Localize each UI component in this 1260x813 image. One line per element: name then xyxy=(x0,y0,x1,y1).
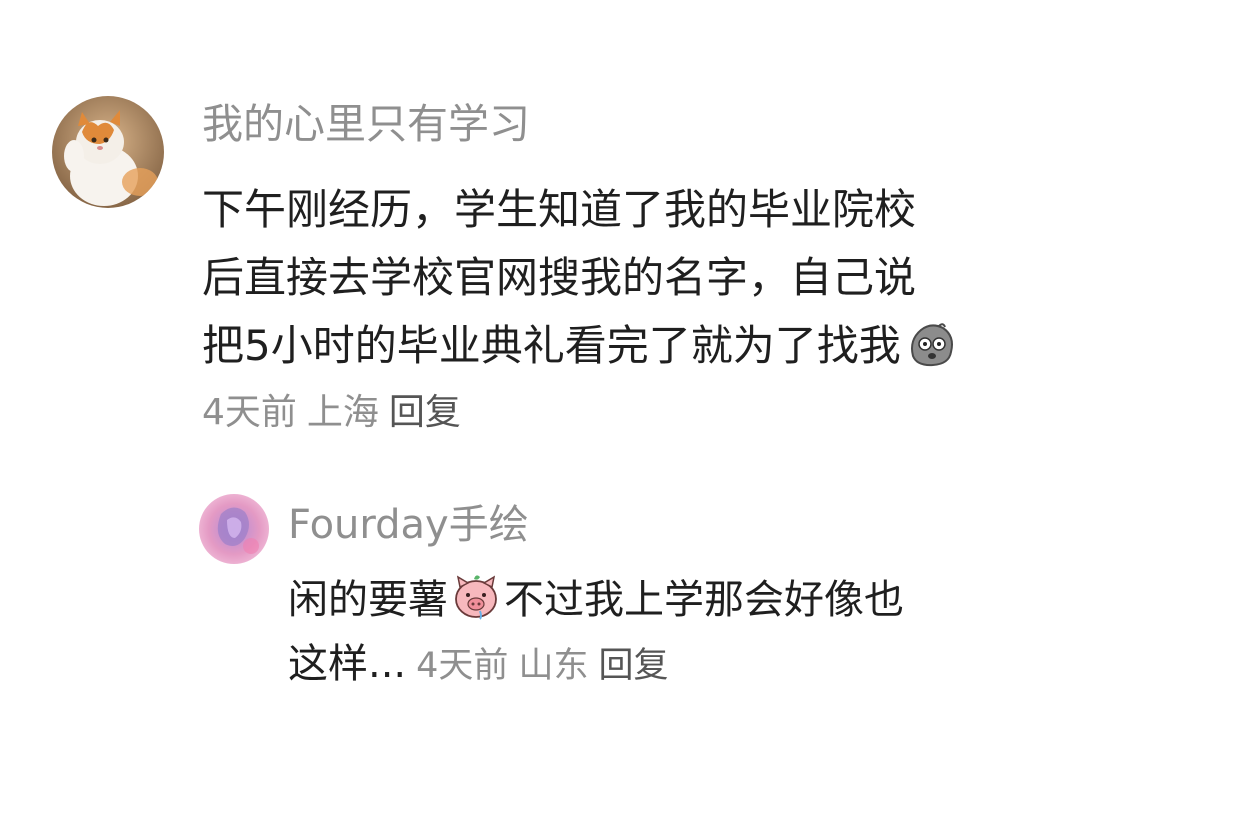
reply-line: 闲的要薯 不过我上学那会好像也 xyxy=(288,568,1188,632)
reply-username[interactable]: Fourday手绘 xyxy=(288,498,529,552)
comment-line: 后直接去学校官网搜我的名字，自己说 xyxy=(202,253,917,302)
reply-text-line2: 这样... xyxy=(288,641,407,687)
reply-location: 山东 xyxy=(518,646,589,686)
comment-location: 上海 xyxy=(306,392,379,433)
comment-meta: 4天前 上海 回复 xyxy=(202,388,471,438)
shocked-stone-emoji-icon xyxy=(905,318,957,370)
comment-line-last: 把5小时的毕业典礼看完了就为了找我 xyxy=(202,312,1102,380)
comment-time: 4天前 xyxy=(202,392,297,433)
reply-text-part2: 不过我上学那会好像也 xyxy=(504,577,904,623)
pig-emoji-icon xyxy=(450,571,502,623)
reply-body: 闲的要薯 不过我上学那会好像也 这样... 4天前 山东 回复 xyxy=(288,568,1188,698)
reply-line-last: 这样... 4天前 山东 回复 xyxy=(288,632,1188,698)
comment-line: 下午刚经历，学生知道了我的毕业院校 xyxy=(202,185,917,234)
pink-art-avatar-icon xyxy=(199,494,269,564)
user-avatar[interactable] xyxy=(52,96,164,208)
comment-line-text: 把5小时的毕业典礼看完了就为了找我 xyxy=(202,321,901,370)
cat-avatar-icon xyxy=(52,96,164,208)
reply-user-avatar[interactable] xyxy=(199,494,269,564)
reply-meta: 4天前 山东 回复 xyxy=(416,646,678,686)
comment-reply-button[interactable]: 回复 xyxy=(389,392,461,433)
reply-time: 4天前 xyxy=(416,646,509,686)
comment-body: 下午刚经历，学生知道了我的毕业院校 后直接去学校官网搜我的名字，自己说 把5小时… xyxy=(202,176,1102,380)
reply-text-part1: 闲的要薯 xyxy=(288,577,448,623)
comment-username[interactable]: 我的心里只有学习 xyxy=(202,96,530,152)
reply-reply-button[interactable]: 回复 xyxy=(598,646,668,686)
